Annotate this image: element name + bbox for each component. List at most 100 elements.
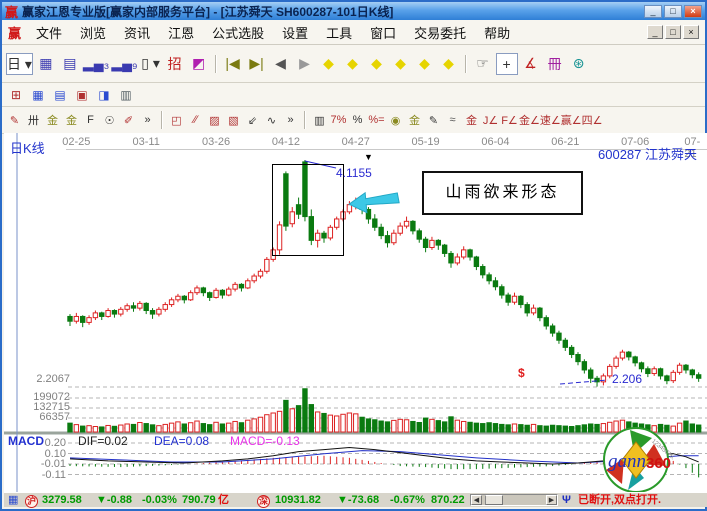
toolbar-separator <box>304 111 306 129</box>
gold-circle-icon[interactable]: ◉ <box>386 110 405 130</box>
f-angle-line-icon[interactable]: F∠ <box>500 110 519 130</box>
drag-hand-icon[interactable]: ☞ <box>472 53 494 75</box>
toolbar-separator <box>215 55 217 73</box>
percent-lines-icon[interactable]: %= <box>367 110 386 130</box>
compress-vertical-icon[interactable]: ◆ <box>414 53 436 75</box>
f10-info-icon[interactable]: ▤ <box>59 53 81 75</box>
scroll-right-arrow[interactable]: ▶ <box>546 495 557 505</box>
sh-index-change: ▼-0.88 <box>96 493 132 507</box>
sh-index-pct: -0.03% <box>142 493 177 507</box>
last-page-icon[interactable]: ▶| <box>246 53 268 75</box>
j-angle-line-icon[interactable]: J∠ <box>481 110 500 130</box>
angle-measure-icon[interactable]: ∡ <box>520 53 542 75</box>
rect-tool-icon[interactable]: ◰ <box>167 110 186 130</box>
gold-grid-down-icon[interactable]: 金 <box>62 110 81 130</box>
win-angle-icon[interactable]: 赢∠ <box>561 110 582 130</box>
sz-amount: 870.22 <box>431 493 465 507</box>
export-data-icon[interactable]: ◨ <box>94 86 114 104</box>
mdi-restore-button[interactable]: □ <box>665 25 681 39</box>
color-volume-icon[interactable]: ◩ <box>188 53 210 75</box>
zigzag-icon[interactable]: ∿ <box>262 110 281 130</box>
gold-grid-up-icon[interactable]: 金 <box>43 110 62 130</box>
gann-tools-icon[interactable]: 冊 <box>544 53 566 75</box>
save-icon[interactable]: ▣ <box>72 86 92 104</box>
mdi-close-button[interactable]: × <box>683 25 699 39</box>
crosshair-icon[interactable]: + <box>496 53 518 75</box>
calendar-icon[interactable]: ⊞ <box>6 86 26 104</box>
fib-grid-icon[interactable]: F <box>81 110 100 130</box>
menu-item-6[interactable]: 设置 <box>273 26 317 41</box>
line-rect-icon[interactable]: ▧ <box>224 110 243 130</box>
scroll-thumb[interactable] <box>485 495 503 505</box>
arrow-fan-icon[interactable]: ⇙ <box>243 110 262 130</box>
first-page-icon[interactable]: |◀ <box>222 53 244 75</box>
print-icon[interactable]: ▥ <box>116 86 136 104</box>
more-draw-icon[interactable]: » <box>281 110 300 130</box>
antenna-icon: Ψ <box>562 493 571 507</box>
price-low-label: 2.2067 <box>24 373 70 385</box>
menu-item-4[interactable]: 江恩 <box>159 26 203 41</box>
percent-icon[interactable]: % <box>348 110 367 130</box>
period-selector-icon[interactable]: 日 ▾ <box>6 53 33 75</box>
pattern-highlight-box <box>272 164 344 256</box>
next-page-icon[interactable]: ▶ <box>294 53 316 75</box>
sh-amount: 790.79 <box>182 493 216 507</box>
maximize-button[interactable]: □ <box>664 5 682 18</box>
app-logo-icon: 赢 <box>5 2 18 21</box>
menu-item-2[interactable]: 浏览 <box>71 26 115 41</box>
toolbar-separator <box>161 111 163 129</box>
toolbar-drawing: ✎卅金金F☉✐»◰∕∕▨▧⇙∿»▥7%%%=◉金✎≈金J∠F∠金∠速∠赢∠四∠ <box>2 107 705 134</box>
menu-item-10[interactable]: 帮助 <box>475 26 519 41</box>
stat-columns-icon[interactable]: ▥ <box>310 110 329 130</box>
menu-item-3[interactable]: 资讯 <box>115 26 159 41</box>
macd-layer <box>70 448 699 478</box>
four-angle-icon[interactable]: 四∠ <box>582 110 603 130</box>
prev-page-icon[interactable]: ◀ <box>270 53 292 75</box>
minute-9-chart-icon[interactable]: ▂▄₉ <box>111 53 137 75</box>
calculator-icon[interactable]: ▦ <box>28 86 48 104</box>
minute-3-chart-icon[interactable]: ▂▄₃ <box>83 53 109 75</box>
smart-analysis-icon[interactable]: ⊛ <box>568 53 590 75</box>
draw-brush-icon[interactable]: ✎ <box>5 110 24 130</box>
compress-horizontal-icon[interactable]: ◆ <box>390 53 412 75</box>
scroll-right-diamond-icon[interactable]: ◆ <box>342 53 364 75</box>
fan-rect-icon[interactable]: ▨ <box>205 110 224 130</box>
pattern-window-icon[interactable]: ▦ <box>35 53 57 75</box>
gann-grid-icon[interactable]: 卅 <box>24 110 43 130</box>
more-grids-icon[interactable]: » <box>138 110 157 130</box>
sz-index-value: 10931.82 <box>275 493 321 507</box>
brush-grid-icon[interactable]: ✐ <box>119 110 138 130</box>
candle-style-icon[interactable]: ▯ ▾ <box>140 53 162 75</box>
gold-price-lines-icon[interactable]: 金 <box>405 110 424 130</box>
close-button[interactable]: × <box>684 5 702 18</box>
horizontal-scrollbar[interactable]: ◀ ▶ <box>470 494 558 506</box>
spiral-icon[interactable]: ☉ <box>100 110 119 130</box>
shenzhen-badge-icon: 深 <box>257 495 270 508</box>
fan-lines-icon[interactable]: ∕∕ <box>186 110 205 130</box>
percent-zone-icon[interactable]: 7% <box>329 110 348 130</box>
restore-scale-icon[interactable]: ◆ <box>438 53 460 75</box>
connection-status[interactable]: 已断开,双点打开. <box>578 493 661 507</box>
status-bar: ▦ 沪 3279.58 ▼-0.88 -0.03% 790.79 亿 深 109… <box>4 492 707 507</box>
notepad-icon[interactable]: ▤ <box>50 86 70 104</box>
candles-layer <box>68 160 701 387</box>
mdi-minimize-button[interactable]: _ <box>647 25 663 39</box>
gold-angle-line-icon[interactable]: 金 <box>462 110 481 130</box>
scroll-left-diamond-icon[interactable]: ◆ <box>318 53 340 75</box>
minimize-button[interactable]: _ <box>644 5 662 18</box>
wave-line-icon[interactable]: ≈ <box>443 110 462 130</box>
speed-angle-icon[interactable]: 速∠ <box>540 110 561 130</box>
menu-item-1[interactable]: 文件 <box>27 26 71 41</box>
title-bar[interactable]: 赢 赢家江恩专业版[赢家内部服务平台] - [江苏舜天 SH600287-101… <box>2 2 705 20</box>
sz-index-pct: -0.67% <box>390 493 425 507</box>
gold-angle-2-icon[interactable]: 金∠ <box>519 110 540 130</box>
menu-item-8[interactable]: 窗口 <box>361 26 405 41</box>
keyboard-icon[interactable]: ▦ <box>8 493 18 507</box>
menu-item-9[interactable]: 交易委托 <box>405 26 475 41</box>
compare-stock-icon[interactable]: 招 <box>164 53 186 75</box>
menu-item-5[interactable]: 公式选股 <box>203 26 273 41</box>
mark-brush-icon[interactable]: ✎ <box>424 110 443 130</box>
scroll-left-arrow[interactable]: ◀ <box>471 495 482 505</box>
expand-horizontal-icon[interactable]: ◆ <box>366 53 388 75</box>
menu-item-7[interactable]: 工具 <box>317 26 361 41</box>
